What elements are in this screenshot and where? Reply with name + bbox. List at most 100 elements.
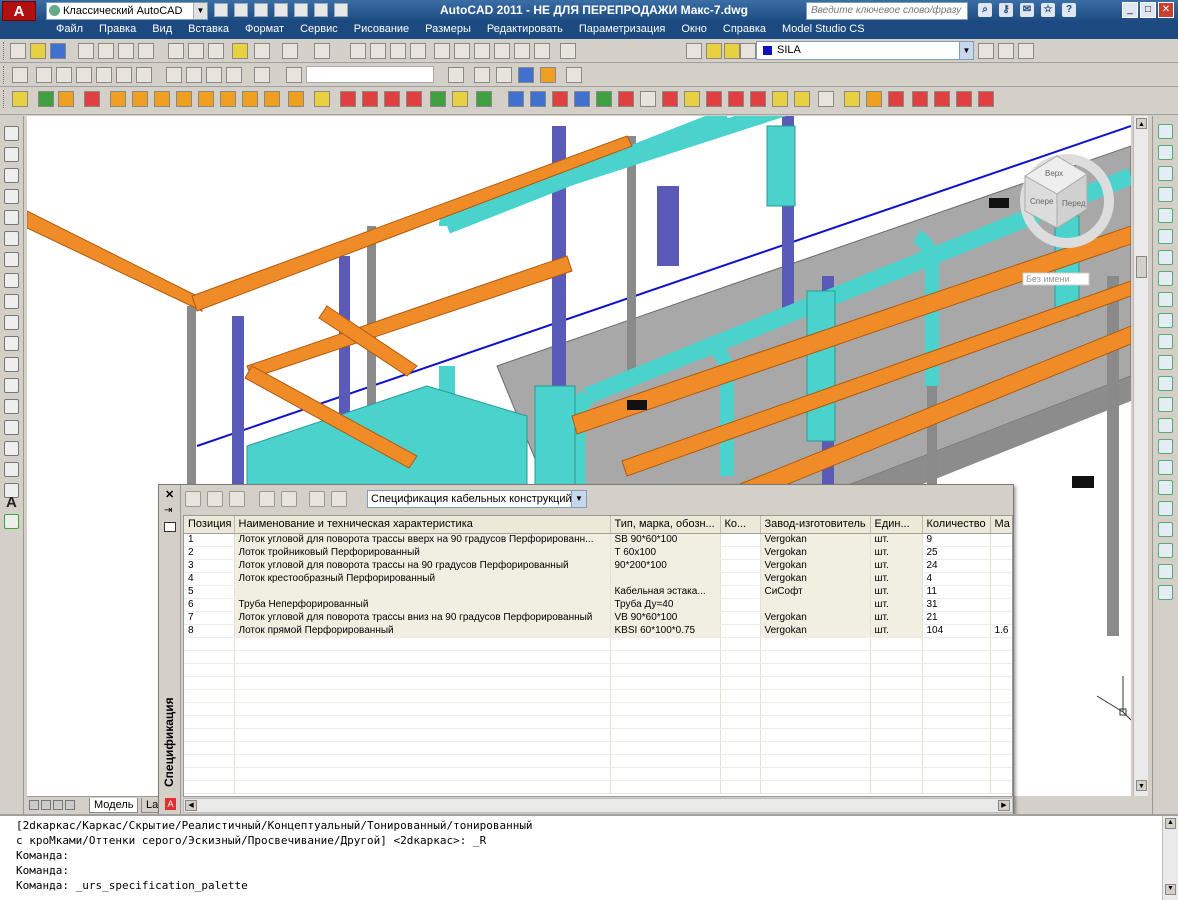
mirror-icon[interactable]	[1158, 166, 1173, 181]
hidden-icon[interactable]	[496, 67, 512, 83]
layer-select[interactable]: SILA ▼	[756, 41, 974, 60]
table-horizontal-scrollbar[interactable]: ◀ ▶	[183, 798, 1013, 813]
ms-tray-8-icon[interactable]	[264, 91, 280, 107]
make-current-layer-icon[interactable]	[978, 43, 994, 59]
line-icon[interactable]	[4, 126, 19, 141]
ms-tray-1-icon[interactable]	[110, 91, 126, 107]
view-bottom-icon[interactable]	[56, 67, 72, 83]
extend-icon[interactable]	[1158, 334, 1173, 349]
zoom-realtime-icon[interactable]	[370, 43, 386, 59]
properties-icon[interactable]	[434, 43, 450, 59]
realistic-icon[interactable]	[518, 67, 534, 83]
polygon-icon[interactable]	[4, 189, 19, 204]
join-icon[interactable]	[1158, 397, 1173, 412]
region-icon[interactable]	[4, 462, 19, 477]
sw-iso-icon[interactable]	[166, 67, 182, 83]
circle-icon[interactable]	[4, 252, 19, 267]
rotate-icon[interactable]	[1158, 250, 1173, 265]
ms-tray-5-icon[interactable]	[198, 91, 214, 107]
command-line[interactable]: [2dкаркас/Каркас/Скрытие/Реалистичный/Ко…	[0, 814, 1178, 900]
spec-type-select[interactable]: Спецификация кабельных конструкций ▼	[367, 490, 587, 508]
rectangle-icon[interactable]	[4, 210, 19, 225]
gradient-icon[interactable]	[4, 441, 19, 456]
ms-tool-11-icon[interactable]	[452, 91, 468, 107]
minimize-button[interactable]: _	[1122, 2, 1138, 18]
trim-icon[interactable]	[1158, 313, 1173, 328]
tool-palettes-icon[interactable]	[474, 43, 490, 59]
ms-tray-2-icon[interactable]	[132, 91, 148, 107]
paste-icon[interactable]	[208, 43, 224, 59]
tab-prev-icon[interactable]	[41, 800, 51, 810]
menu-format[interactable]: Формат	[237, 22, 292, 39]
ms-tool-12-icon[interactable]	[476, 91, 492, 107]
order-front-icon[interactable]	[1158, 501, 1173, 516]
zoom-previous-icon[interactable]	[410, 43, 426, 59]
scroll-thumb[interactable]	[1136, 256, 1147, 278]
insert-table-icon[interactable]	[331, 491, 347, 507]
ms-tray-4-icon[interactable]	[176, 91, 192, 107]
zoom-window-icon[interactable]	[390, 43, 406, 59]
ms-tool-5-icon[interactable]	[314, 91, 330, 107]
hatch-icon[interactable]	[4, 420, 19, 435]
auto-hide-icon[interactable]: ⇥	[164, 505, 172, 516]
table-row[interactable]: 7 Лоток угловой для поворота трассы вниз …	[184, 611, 1012, 625]
break-point-icon[interactable]	[1158, 355, 1173, 370]
scroll-left-icon[interactable]: ◀	[185, 800, 197, 811]
menu-model-studio[interactable]: Model Studio CS	[774, 22, 873, 39]
revision-cloud-icon[interactable]	[4, 273, 19, 288]
scroll-down-icon[interactable]: ▼	[1136, 780, 1147, 791]
favorites-icon[interactable]: ☆	[1041, 3, 1055, 17]
break-icon[interactable]	[1158, 376, 1173, 391]
layer-states-icon[interactable]	[1018, 43, 1034, 59]
ms-tool-9-icon[interactable]	[406, 91, 422, 107]
array-icon[interactable]	[1158, 208, 1173, 223]
ms-tool-3-icon[interactable]	[58, 91, 74, 107]
help-icon[interactable]	[560, 43, 576, 59]
cut-icon[interactable]	[168, 43, 184, 59]
erase-icon[interactable]	[1158, 124, 1173, 139]
menu-draw[interactable]: Рисование	[346, 22, 417, 39]
nw-iso-icon[interactable]	[226, 67, 242, 83]
move-icon[interactable]	[1158, 229, 1173, 244]
command-prompt[interactable]: Команда: _urs_specification_palette	[16, 879, 1162, 894]
ms-tool-18-icon[interactable]	[618, 91, 634, 107]
scale-icon[interactable]	[1158, 271, 1173, 286]
block-editor-icon[interactable]	[254, 43, 270, 59]
conceptual-icon[interactable]	[540, 67, 556, 83]
ms-tool-27-icon[interactable]	[818, 91, 834, 107]
col-type[interactable]: Тип, марка, обозн...	[610, 516, 721, 534]
search-icon[interactable]: ⌕	[978, 3, 992, 17]
open-file-icon[interactable]	[234, 3, 248, 17]
table-row[interactable]: 5 Кабельная эстака... СиСофт шт. 11	[184, 585, 1012, 599]
arc-icon[interactable]	[4, 231, 19, 246]
scroll-right-icon[interactable]: ▶	[998, 800, 1010, 811]
menu-help[interactable]: Справка	[715, 22, 774, 39]
text-front-icon[interactable]	[1158, 585, 1173, 600]
ms-tool-14-icon[interactable]	[530, 91, 546, 107]
tab-next-icon[interactable]	[53, 800, 63, 810]
order-above-icon[interactable]	[1158, 543, 1173, 558]
save-icon[interactable]	[254, 3, 268, 17]
save-as-icon[interactable]	[274, 3, 288, 17]
close-button[interactable]: ✕	[1158, 2, 1174, 18]
save-spec-icon[interactable]	[229, 491, 245, 507]
export-excel-icon[interactable]	[207, 491, 223, 507]
refresh-icon[interactable]	[259, 491, 275, 507]
ms-tool-22-icon[interactable]	[706, 91, 722, 107]
help-icon[interactable]: ?	[1062, 3, 1076, 17]
ms-tool-16-icon[interactable]	[574, 91, 590, 107]
maximize-button[interactable]: □	[1140, 2, 1156, 18]
ms-tool-7-icon[interactable]	[362, 91, 378, 107]
workspace-select[interactable]: Классический AutoCAD ▼	[46, 2, 208, 20]
scroll-up-icon[interactable]: ▲	[1136, 118, 1147, 129]
design-center-icon[interactable]	[454, 43, 470, 59]
view-front-icon[interactable]	[116, 67, 132, 83]
sheet-set-icon[interactable]	[494, 43, 510, 59]
col-code[interactable]: Ко...	[720, 516, 761, 534]
ms-tool-2-icon[interactable]	[38, 91, 54, 107]
col-mass[interactable]: Ма	[990, 516, 1012, 534]
ms-tool-33-icon[interactable]	[956, 91, 972, 107]
tab-first-icon[interactable]	[29, 800, 39, 810]
table-row[interactable]: 3 Лоток угловой для поворота трассы на 90…	[184, 559, 1012, 573]
stretch-icon[interactable]	[1158, 292, 1173, 307]
